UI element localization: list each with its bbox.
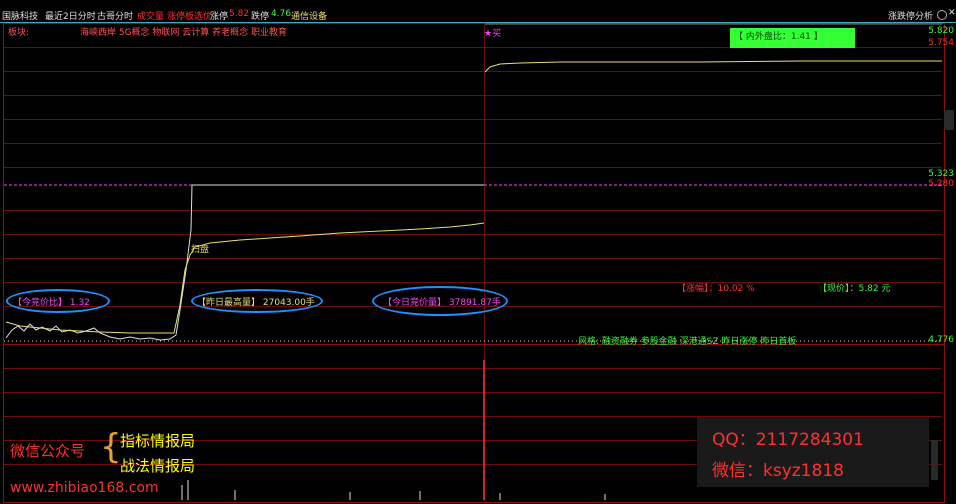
concept-tags: 风格: 融资融券 参股金融 深港通SZ 昨日涨停 昨日首板 <box>578 337 797 347</box>
change-percent: 【涨幅】：10.02 % <box>677 284 755 294</box>
price-label-high: 5.820 <box>928 26 954 36</box>
price-label-prev-close: 5.280 <box>928 179 954 189</box>
current-price: 【现价】：5.82 元 <box>818 284 891 294</box>
wechat-contact: 微信：ksyz1818 <box>712 461 844 481</box>
scan-marker: 扫盘 <box>191 245 210 255</box>
avg-line-day1 <box>5 222 485 334</box>
channel-2: 战法情报局 <box>120 457 196 475</box>
inout-ratio-box: 【 内外盘比：1.41 】 <box>730 28 855 48</box>
highlight-ellipse <box>6 289 110 313</box>
price-line-day1 <box>5 184 484 341</box>
price-label-3: 5.323 <box>928 169 954 179</box>
highlight-ellipse <box>372 286 508 316</box>
scrollbar-thumb[interactable] <box>944 110 954 130</box>
price-label-low: 4.776 <box>928 335 954 345</box>
website-url: www.zhibiao168.com <box>10 480 159 496</box>
brace-icon: { <box>100 427 122 467</box>
wechat-public-label: 微信公众号 <box>10 442 86 460</box>
inout-ratio-text: 【 内外盘比：1.41 】 <box>734 32 823 42</box>
highlight-ellipse <box>191 289 323 313</box>
buy-marker: ★买 <box>484 29 502 39</box>
scrollbar-thumb-lower[interactable] <box>931 440 938 480</box>
channel-1: 指标情报局 <box>120 432 196 450</box>
price-label-2: 5.754 <box>928 38 954 48</box>
avg-line-day2 <box>484 60 942 73</box>
qq-contact: QQ：2117284301 <box>712 430 864 450</box>
